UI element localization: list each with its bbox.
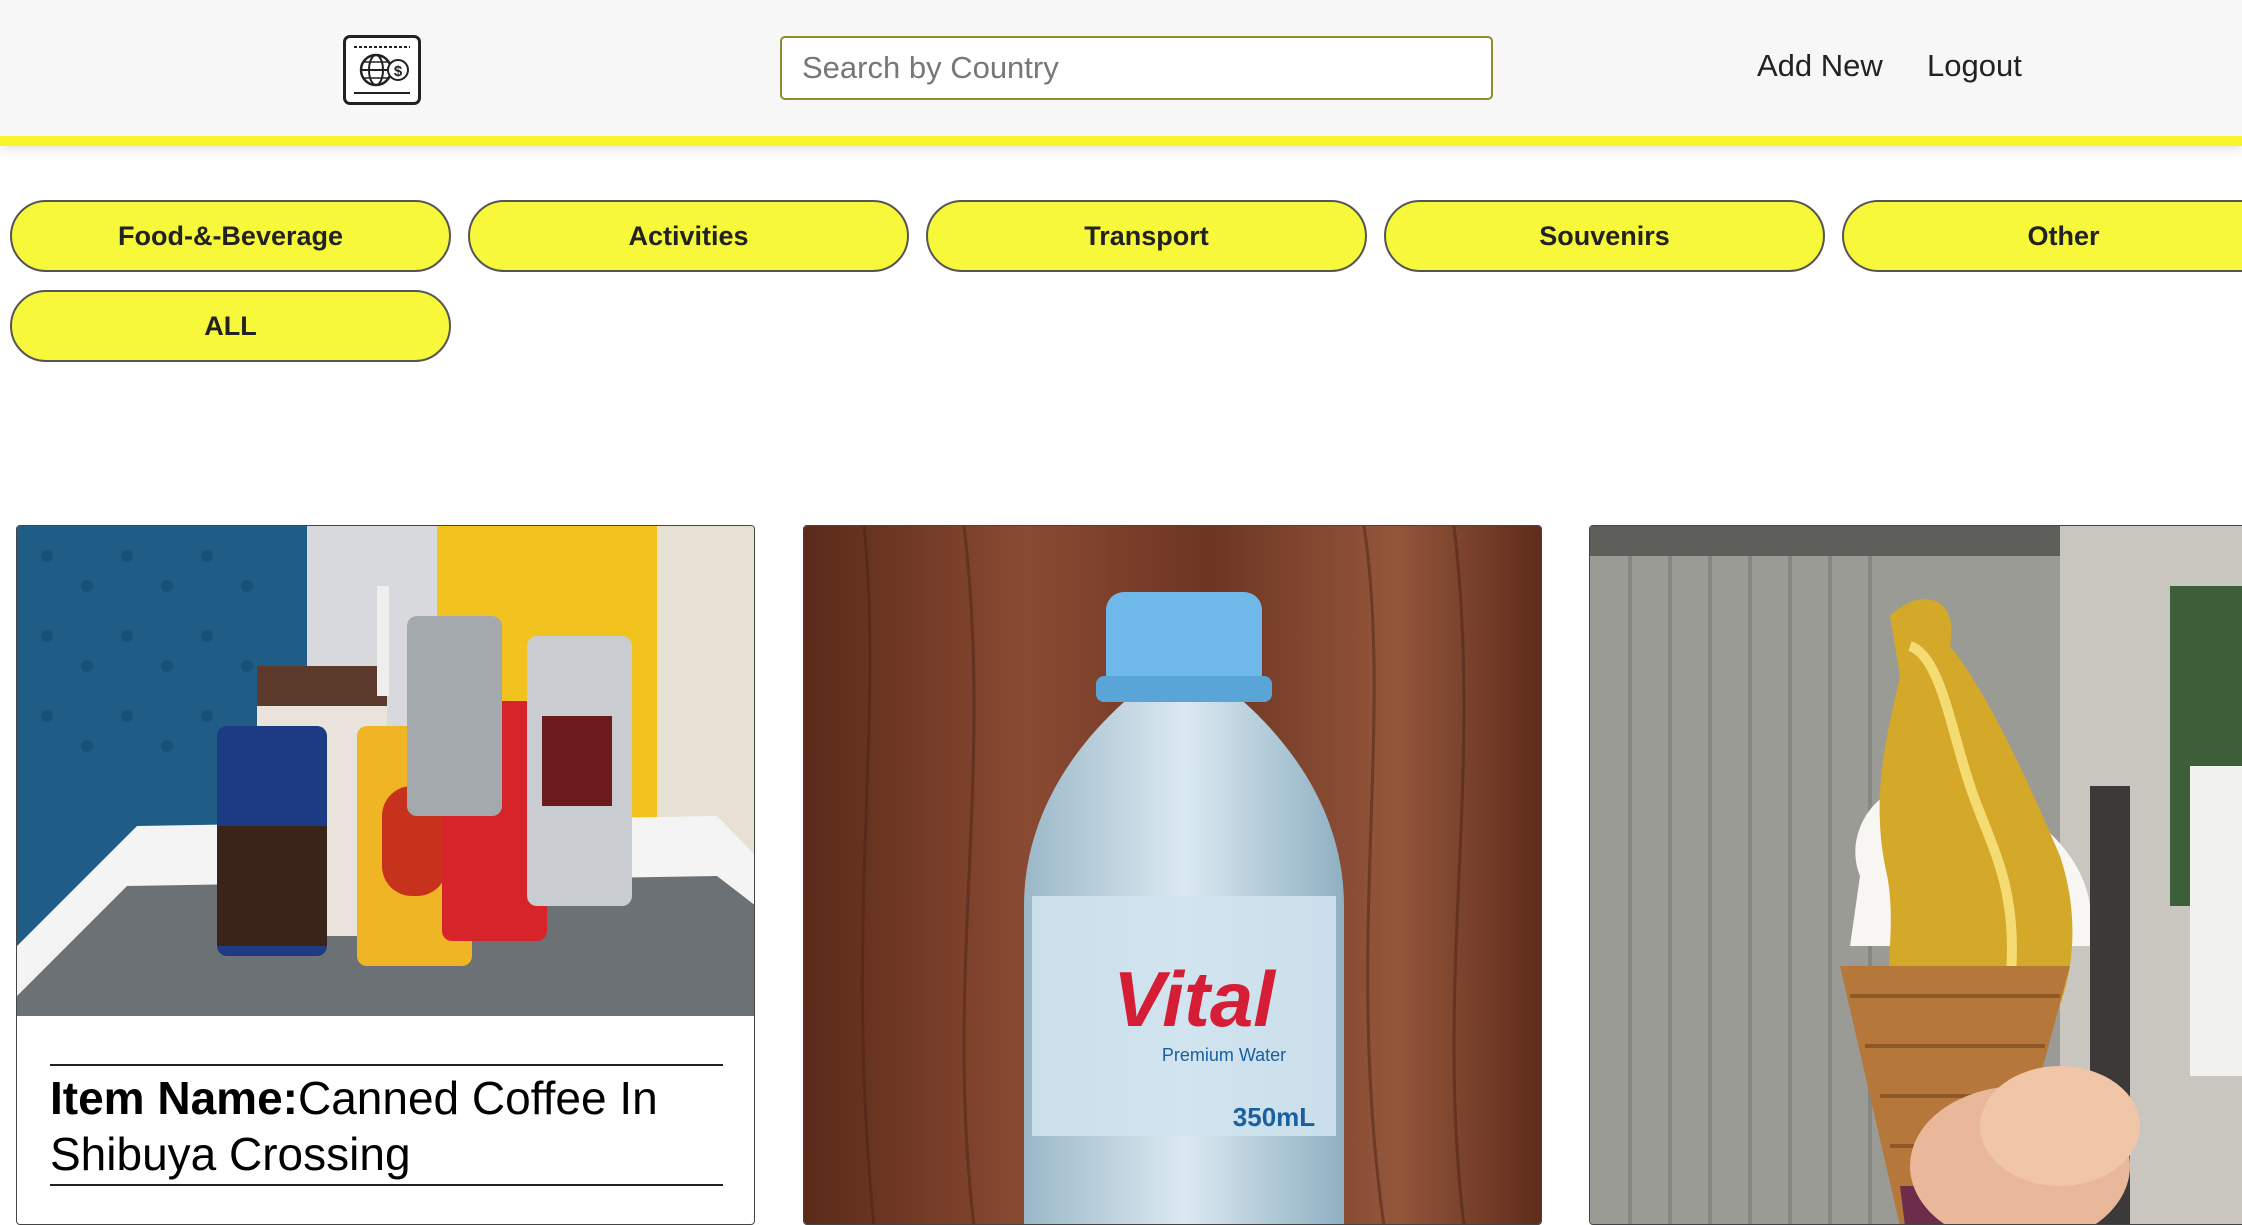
filter-all-button[interactable]: ALL: [10, 290, 451, 362]
bottle-brand-text: Vital: [1113, 955, 1276, 1043]
divider: [50, 1064, 723, 1066]
divider: [50, 1184, 723, 1186]
filter-other-button[interactable]: Other: [1842, 200, 2242, 272]
logo-icon[interactable]: $: [343, 35, 421, 105]
bottle-brand-subtext: Premium Water: [1162, 1045, 1286, 1065]
logout-link[interactable]: Logout: [1927, 48, 2022, 84]
bottle-volume-text: 350mL: [1233, 1102, 1315, 1132]
item-card[interactable]: Vital Premium Water 350mL: [803, 525, 1542, 1225]
canned-coffee-image: [17, 526, 754, 1016]
filter-food-beverage-button[interactable]: Food-&-Beverage: [10, 200, 451, 272]
svg-text:$: $: [394, 63, 403, 80]
add-new-link[interactable]: Add New: [1757, 48, 1883, 84]
filter-transport-button[interactable]: Transport: [926, 200, 1367, 272]
water-bottle-image: Vital Premium Water 350mL: [804, 526, 1541, 1224]
item-card[interactable]: [1589, 525, 2242, 1225]
top-navbar: $ Add New Logout: [0, 0, 2242, 146]
item-card[interactable]: Item Name:Canned Coffee In Shibuya Cross…: [16, 525, 755, 1225]
gold-ice-cream-image: [1590, 526, 2242, 1224]
item-name: Item Name:Canned Coffee In Shibuya Cross…: [50, 1070, 723, 1182]
filter-souvenirs-button[interactable]: Souvenirs: [1384, 200, 1825, 272]
search-by-country-input[interactable]: [780, 36, 1493, 100]
item-name-label: Item Name:: [50, 1072, 298, 1124]
filter-activities-button[interactable]: Activities: [468, 200, 909, 272]
item-card-body: Item Name:Canned Coffee In Shibuya Cross…: [50, 1064, 723, 1186]
